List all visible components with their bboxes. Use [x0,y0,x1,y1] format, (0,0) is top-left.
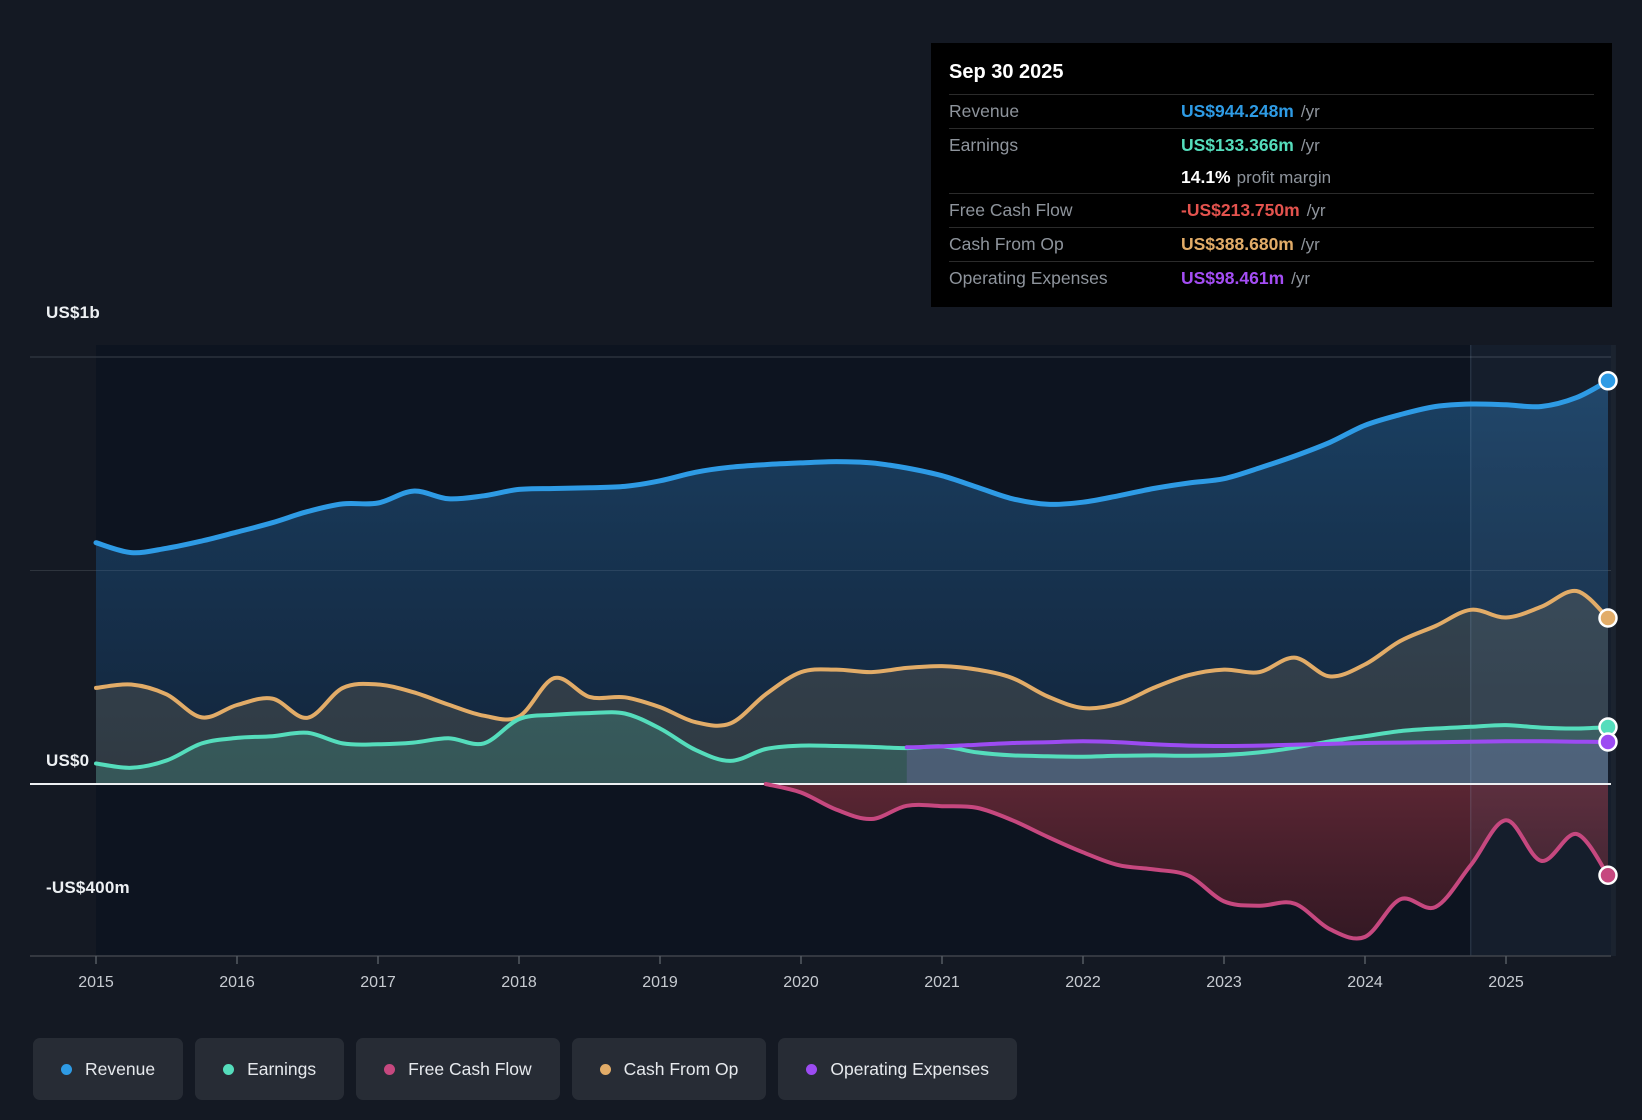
last-year-highlight-band [1471,345,1616,956]
x-axis-year-label: 2020 [783,974,819,992]
opex-value: US$98.461m [1181,268,1284,289]
tooltip-row-earnings: Earnings US$133.366m /yr [949,128,1594,162]
end-dot-revenue [1600,372,1617,389]
free-cash-flow-dot-icon [384,1064,395,1075]
legend-item-free-cash-flow[interactable]: Free Cash Flow [356,1038,560,1100]
tooltip-row-cash-from-op: Cash From Op US$388.680m /yr [949,227,1594,261]
revenue-dot-icon [61,1064,72,1075]
cash-from-op-dot-icon [600,1064,611,1075]
x-axis-year-label: 2016 [219,974,255,992]
end-dot-operating-expenses [1600,733,1617,750]
legend-item-cash-from-op[interactable]: Cash From Op [572,1038,767,1100]
fcf-value: -US$213.750m [1181,200,1300,221]
x-axis-year-label: 2018 [501,974,537,992]
legend-item-operating-expenses[interactable]: Operating Expenses [778,1038,1017,1100]
x-axis-year-label: 2017 [360,974,396,992]
tooltip-row-opex: Operating Expenses US$98.461m /yr [949,261,1594,295]
x-axis-year-label: 2019 [642,974,678,992]
end-dot-free-cash-flow [1600,867,1617,884]
operating-expenses-dot-icon [806,1064,817,1075]
tooltip-date: Sep 30 2025 [949,53,1594,94]
tooltip-row-revenue: Revenue US$944.248m /yr [949,94,1594,128]
y-axis-label-neg400m: -US$400m [46,878,130,898]
app-canvas: US$1b US$0 -US$400m 2015 2016 2017 2018 2019… [0,0,1642,1120]
legend: Revenue Earnings Free Cash Flow Cash Fro… [33,1038,1029,1100]
legend-item-revenue[interactable]: Revenue [33,1038,183,1100]
x-axis-year-label: 2023 [1206,974,1242,992]
cash-from-op-value: US$388.680m [1181,234,1294,255]
x-axis-year-label: 2025 [1488,974,1524,992]
tooltip-row-profit-margin: 14.1% profit margin [949,162,1594,193]
legend-item-earnings[interactable]: Earnings [195,1038,344,1100]
x-axis-year-label: 2024 [1347,974,1383,992]
profit-margin-value: 14.1% [1181,167,1231,188]
x-axis-year-label: 2015 [78,974,114,992]
earnings-value: US$133.366m [1181,135,1294,156]
chart-tooltip: Sep 30 2025 Revenue US$944.248m /yr Earn… [931,43,1612,307]
y-axis-label-zero: US$0 [46,751,89,771]
end-dot-cash-from-op [1600,610,1617,627]
x-axis-year-label: 2022 [1065,974,1101,992]
y-axis-label-1b: US$1b [46,303,100,323]
tooltip-row-fcf: Free Cash Flow -US$213.750m /yr [949,193,1594,227]
earnings-dot-icon [223,1064,234,1075]
revenue-value: US$944.248m [1181,101,1294,122]
x-axis-year-label: 2021 [924,974,960,992]
